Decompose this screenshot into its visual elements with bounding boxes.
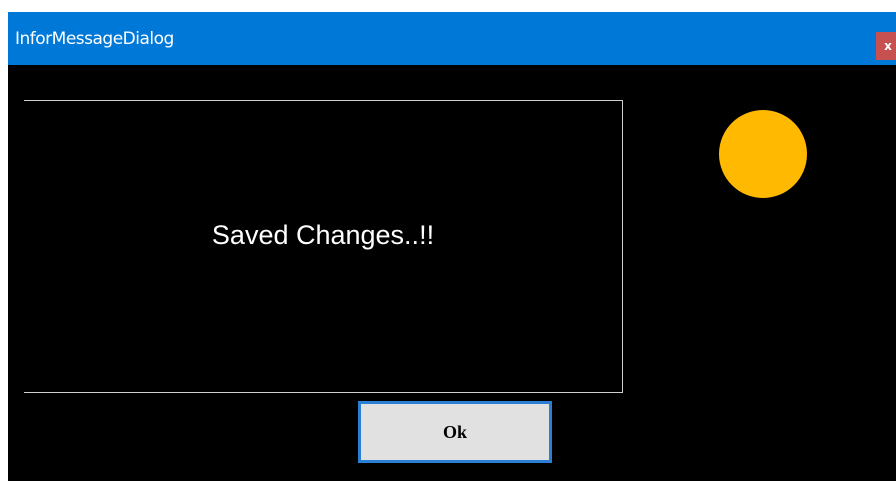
ok-button[interactable]: Ok <box>358 401 552 463</box>
message-text: Saved Changes..!! <box>211 220 435 250</box>
status-indicator-icon <box>719 110 807 198</box>
close-button[interactable]: x <box>876 32 896 60</box>
title-bar[interactable]: InforMessageDialog x <box>8 12 896 65</box>
window-title: InforMessageDialog <box>15 29 174 49</box>
message-panel: Saved Changes..!! <box>24 100 623 393</box>
close-icon: x <box>884 39 892 53</box>
dialog-window: InforMessageDialog x Saved Changes..!! O… <box>8 12 896 481</box>
